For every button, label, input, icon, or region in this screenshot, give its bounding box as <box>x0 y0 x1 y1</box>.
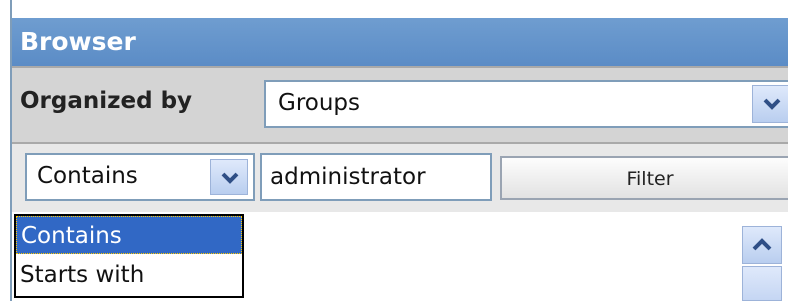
filter-mode-dropdown-list: Contains Starts with <box>14 214 244 298</box>
filter-mode-dropdown-button[interactable] <box>210 159 248 195</box>
scroll-up-button[interactable] <box>742 226 782 264</box>
scrollbar-track[interactable] <box>742 266 782 301</box>
chevron-down-icon <box>221 172 239 184</box>
filter-button[interactable]: Filter <box>500 156 788 200</box>
organized-by-dropdown-button[interactable] <box>752 85 788 123</box>
filter-input[interactable] <box>260 153 492 201</box>
chevron-up-icon <box>752 238 772 251</box>
filter-mode-select[interactable]: Contains <box>25 153 255 201</box>
organized-by-row: Organized by Groups <box>12 66 788 142</box>
organized-by-value: Groups <box>278 90 361 116</box>
organized-by-label: Organized by <box>20 88 193 114</box>
organized-by-select[interactable]: Groups <box>264 80 788 128</box>
filter-mode-value: Contains <box>37 163 138 189</box>
filter-row: Contains Filter <box>12 142 788 212</box>
dropdown-option-starts-with[interactable]: Starts with <box>16 256 242 294</box>
chevron-down-icon <box>763 98 781 110</box>
dropdown-option-contains[interactable]: Contains <box>16 216 242 254</box>
panel-title: Browser <box>12 18 788 66</box>
